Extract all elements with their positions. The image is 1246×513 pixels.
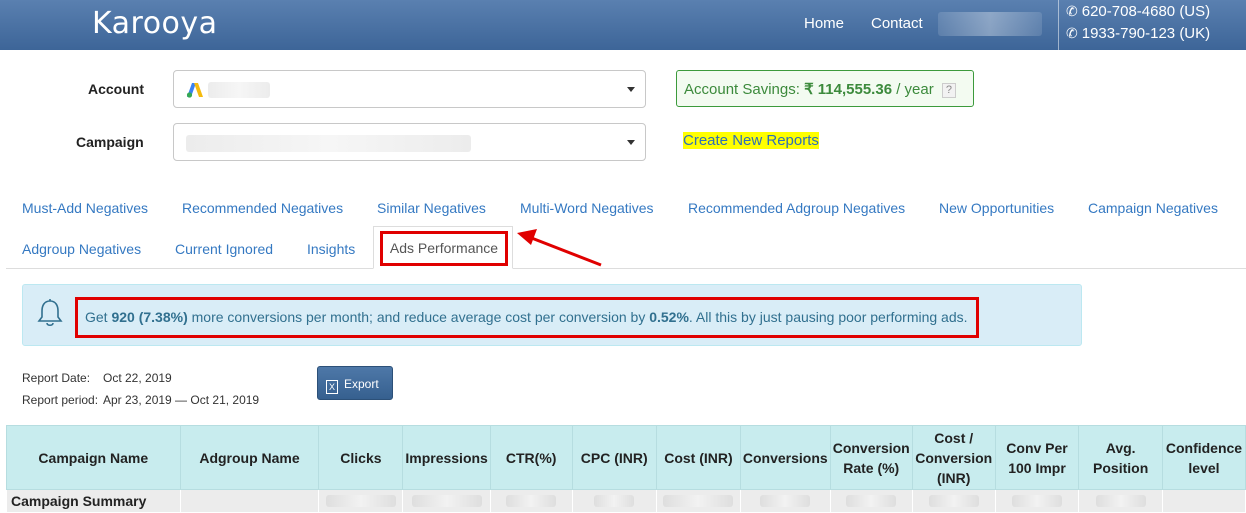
export-button[interactable]: X Export xyxy=(317,366,393,400)
account-name-redacted xyxy=(208,82,270,98)
phone-us-number: 620-708-4680 (US) xyxy=(1081,3,1211,20)
tab-adgroup-negatives[interactable]: Adgroup Negatives xyxy=(22,241,141,257)
savings-label: Account Savings: xyxy=(684,81,800,98)
tab-similar-negatives[interactable]: Similar Negatives xyxy=(377,200,486,216)
col-adgroup-name[interactable]: Adgroup Name xyxy=(179,425,320,490)
col-cost-per-conversion[interactable]: Cost / Conversion (INR) xyxy=(911,425,996,490)
tab-recommended-negatives[interactable]: Recommended Negatives xyxy=(182,200,343,216)
google-ads-icon xyxy=(186,83,203,98)
savings-unit: / year xyxy=(896,81,934,98)
report-period-label: Report period: xyxy=(22,393,99,407)
alert-cost-reduction-value: 0.52% xyxy=(649,309,689,325)
campaign-name-redacted xyxy=(186,135,471,152)
help-icon[interactable]: ? xyxy=(941,83,956,98)
phone-icon: ✆ xyxy=(1066,3,1078,19)
phone-us: ✆ 620-708-4680 (US) xyxy=(1066,3,1210,20)
user-menu-redacted[interactable] xyxy=(938,12,1042,36)
campaign-select[interactable] xyxy=(173,123,646,161)
col-conversions[interactable]: Conversions xyxy=(739,425,831,490)
excel-icon: X xyxy=(326,380,338,394)
col-cpc[interactable]: CPC (INR) xyxy=(571,425,657,490)
savings-amount: ₹ 114,555.36 xyxy=(804,81,893,98)
table-cell xyxy=(994,489,1080,513)
tab-ads-performance-label[interactable]: Ads Performance xyxy=(380,231,508,266)
campaign-label: Campaign xyxy=(76,134,144,150)
col-ctr[interactable]: CTR(%) xyxy=(489,425,573,490)
brand-logo[interactable]: Karooya xyxy=(92,6,218,41)
chevron-down-icon xyxy=(627,140,635,145)
alert-text-3: . All this by just pausing poor performi… xyxy=(688,309,968,325)
chevron-down-icon xyxy=(627,87,635,92)
table-cell xyxy=(911,489,996,513)
tab-insights[interactable]: Insights xyxy=(307,241,355,257)
table-cell xyxy=(318,489,404,513)
table-header-row: Campaign Name Adgroup Name Clicks Impres… xyxy=(6,425,1246,490)
tab-new-opportunities[interactable]: New Opportunities xyxy=(939,200,1054,216)
ads-performance-table: Campaign Name Adgroup Name Clicks Impres… xyxy=(6,425,1246,513)
top-navbar: Karooya Home Contact ✆ 620-708-4680 (US) … xyxy=(0,0,1246,50)
table-cell xyxy=(489,489,573,513)
nav-contact-link[interactable]: Contact xyxy=(871,15,923,32)
table-cell xyxy=(402,489,491,513)
table-row: Campaign Summary xyxy=(6,489,1246,513)
table-cell xyxy=(1078,489,1163,513)
tab-recommended-adgroup-negatives[interactable]: Recommended Adgroup Negatives xyxy=(688,200,905,216)
account-label: Account xyxy=(88,81,144,97)
table-cell xyxy=(571,489,657,513)
table-cell xyxy=(179,489,320,513)
tab-must-add-negatives[interactable]: Must-Add Negatives xyxy=(22,200,148,216)
phone-uk-number: 1933-790-123 (UK) xyxy=(1081,25,1211,42)
tab-multi-word-negatives[interactable]: Multi-Word Negatives xyxy=(520,200,654,216)
create-new-reports-link[interactable]: Create New Reports xyxy=(683,132,819,149)
alert-text-2: more conversions per month; and reduce a… xyxy=(187,309,650,325)
header-divider xyxy=(1058,0,1059,50)
col-confidence-level[interactable]: Confidence level xyxy=(1161,425,1246,490)
col-conv-per-100-impr[interactable]: Conv Per 100 Impr xyxy=(994,425,1080,490)
col-impressions[interactable]: Impressions xyxy=(402,425,491,490)
report-date-label: Report Date: xyxy=(22,371,91,385)
col-campaign-name[interactable]: Campaign Name xyxy=(6,425,181,490)
col-clicks[interactable]: Clicks xyxy=(318,425,404,490)
col-avg-position[interactable]: Avg. Position xyxy=(1078,425,1163,490)
table-cell xyxy=(829,489,913,513)
tab-campaign-negatives[interactable]: Campaign Negatives xyxy=(1088,200,1218,216)
phone-uk: ✆ 1933-790-123 (UK) xyxy=(1066,25,1210,42)
table-cell xyxy=(1161,489,1246,513)
alert-text-1: Get xyxy=(85,309,112,325)
col-cost[interactable]: Cost (INR) xyxy=(655,425,741,490)
phone-icon: ✆ xyxy=(1066,25,1078,41)
export-label: Export xyxy=(344,377,379,391)
col-conversion-rate[interactable]: Conversion Rate (%) xyxy=(829,425,913,490)
alert-conversions-value: 920 (7.38%) xyxy=(111,309,188,325)
tab-current-ignored[interactable]: Current Ignored xyxy=(175,241,273,257)
account-savings-box: Account Savings: ₹ 114,555.36 / year ? xyxy=(676,70,974,107)
report-period: Report period: Apr 23, 2019 — Oct 21, 20… xyxy=(22,393,259,407)
alert-message: Get 920 (7.38%) more conversions per mon… xyxy=(75,297,979,338)
account-select[interactable] xyxy=(173,70,646,108)
annotation-arrow-icon xyxy=(517,229,602,267)
report-period-value: Apr 23, 2019 — Oct 21, 2019 xyxy=(103,393,260,407)
bell-icon xyxy=(37,299,63,327)
report-date-value: Oct 22, 2019 xyxy=(103,371,172,385)
nav-home-link[interactable]: Home xyxy=(804,15,844,32)
table-cell xyxy=(739,489,831,513)
tabs-divider xyxy=(6,268,1246,269)
table-cell xyxy=(655,489,741,513)
campaign-summary-label: Campaign Summary xyxy=(6,489,181,513)
report-date: Report Date: Oct 22, 2019 xyxy=(22,371,172,385)
